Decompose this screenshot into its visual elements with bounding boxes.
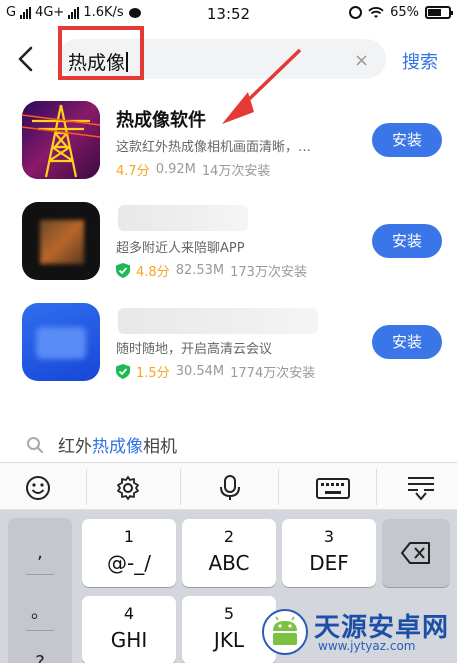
- key-number: 2: [223, 527, 235, 546]
- app-icon: [22, 202, 100, 280]
- toolbar-divider: [278, 469, 279, 505]
- emoji-icon[interactable]: [24, 475, 52, 501]
- wifi-icon: [368, 6, 384, 18]
- toolbar-divider: [180, 469, 181, 505]
- keyboard-toolbar: [0, 462, 457, 510]
- search-icon: [27, 436, 44, 453]
- status-bar: G 4G+ 1.6K/s 13:52 65%: [0, 0, 457, 28]
- alarm-icon: [349, 6, 363, 19]
- app-meta: 1.5分 30.54M 1774万次安装: [116, 362, 315, 381]
- key-number: 1: [123, 527, 135, 546]
- microphone-icon[interactable]: [216, 475, 244, 501]
- install-button[interactable]: 安装: [372, 224, 442, 258]
- backspace-icon: [401, 542, 430, 564]
- punctuation-column[interactable]: , 。 ?: [8, 518, 72, 663]
- app-installs: 173万次安装: [230, 265, 307, 280]
- app-list-item[interactable]: 随时随地，开启高清云会议 1.5分 30.54M 1774万次安装 安装: [0, 298, 457, 398]
- app-description: 超多附近人来陪聊APP: [116, 241, 245, 256]
- install-button[interactable]: 安装: [372, 325, 442, 359]
- key-2[interactable]: 2 ABC: [182, 519, 276, 587]
- app-list-item[interactable]: 超多附近人来陪聊APP 4.8分 82.53M 173万次安装 安装: [0, 197, 457, 297]
- android-logo-icon: [262, 609, 308, 655]
- gear-icon[interactable]: [114, 475, 142, 501]
- watermark-url: www.jytyaz.com: [318, 639, 416, 653]
- key-letters: @-_/: [107, 551, 151, 575]
- key-number: 3: [323, 527, 335, 546]
- battery-percent: 65%: [390, 5, 419, 20]
- app-meta: 4.7分 0.92M 14万次安装: [116, 160, 270, 179]
- key-letters: DEF: [309, 551, 349, 575]
- battery-icon: [425, 6, 453, 19]
- status-right: 65%: [349, 5, 453, 20]
- search-header: 热成像 × 搜索: [0, 26, 457, 88]
- app-list-item[interactable]: 热成像软件 这款红外热成像相机画面清晰，… 4.7分 0.92M 14万次安装 …: [0, 96, 457, 196]
- key-letters: GHI: [110, 628, 148, 652]
- divider: [26, 630, 54, 631]
- collapse-keyboard-icon[interactable]: [406, 475, 436, 501]
- key-3[interactable]: 3 DEF: [282, 519, 376, 587]
- comma-key[interactable]: ,: [8, 542, 72, 563]
- question-key[interactable]: ?: [8, 652, 72, 663]
- clear-icon[interactable]: ×: [354, 50, 369, 71]
- key-1[interactable]: 1 @-_/: [82, 519, 176, 587]
- backspace-key[interactable]: [382, 519, 450, 587]
- app-description: 这款红外热成像相机画面清晰，…: [116, 140, 312, 155]
- blurred-app-name: [118, 205, 248, 231]
- app-description: 随时随地，开启高清云会议: [116, 342, 273, 357]
- blurred-app-name: [118, 308, 318, 334]
- divider: [26, 574, 54, 575]
- app-rating: 4.8分: [136, 265, 170, 280]
- annotation-highlight-box: [58, 26, 144, 80]
- app-size: 0.92M: [155, 162, 196, 177]
- app-name: 热成像软件: [116, 110, 206, 131]
- key-4[interactable]: 4 GHI: [82, 596, 176, 663]
- toolbar-divider: [376, 469, 377, 505]
- toolbar-divider: [86, 469, 87, 505]
- verified-shield-icon: [116, 263, 130, 278]
- app-installs: 14万次安装: [201, 164, 271, 179]
- back-arrow-icon[interactable]: [14, 45, 38, 73]
- verified-shield-icon: [116, 364, 130, 379]
- suggestion-text: 红外热成像相机: [58, 437, 177, 457]
- app-rating: 1.5分: [136, 366, 170, 381]
- app-meta: 4.8分 82.53M 173万次安装: [116, 261, 307, 280]
- app-icon: [22, 303, 100, 381]
- key-number: 4: [123, 604, 135, 623]
- search-button[interactable]: 搜索: [402, 48, 438, 74]
- period-key[interactable]: 。: [8, 598, 72, 624]
- key-letters: ABC: [208, 551, 250, 575]
- app-installs: 1774万次安装: [230, 366, 316, 381]
- app-size: 82.53M: [175, 263, 225, 278]
- install-button[interactable]: 安装: [372, 123, 442, 157]
- search-suggestion[interactable]: 红外热成像相机: [26, 432, 177, 457]
- thermal-app-icon: [22, 101, 100, 179]
- app-size: 30.54M: [175, 364, 225, 379]
- app-rating: 4.7分: [116, 164, 150, 179]
- keyboard-icon[interactable]: [316, 475, 350, 501]
- watermark: 天源安卓网 www.jytyaz.com: [262, 605, 452, 657]
